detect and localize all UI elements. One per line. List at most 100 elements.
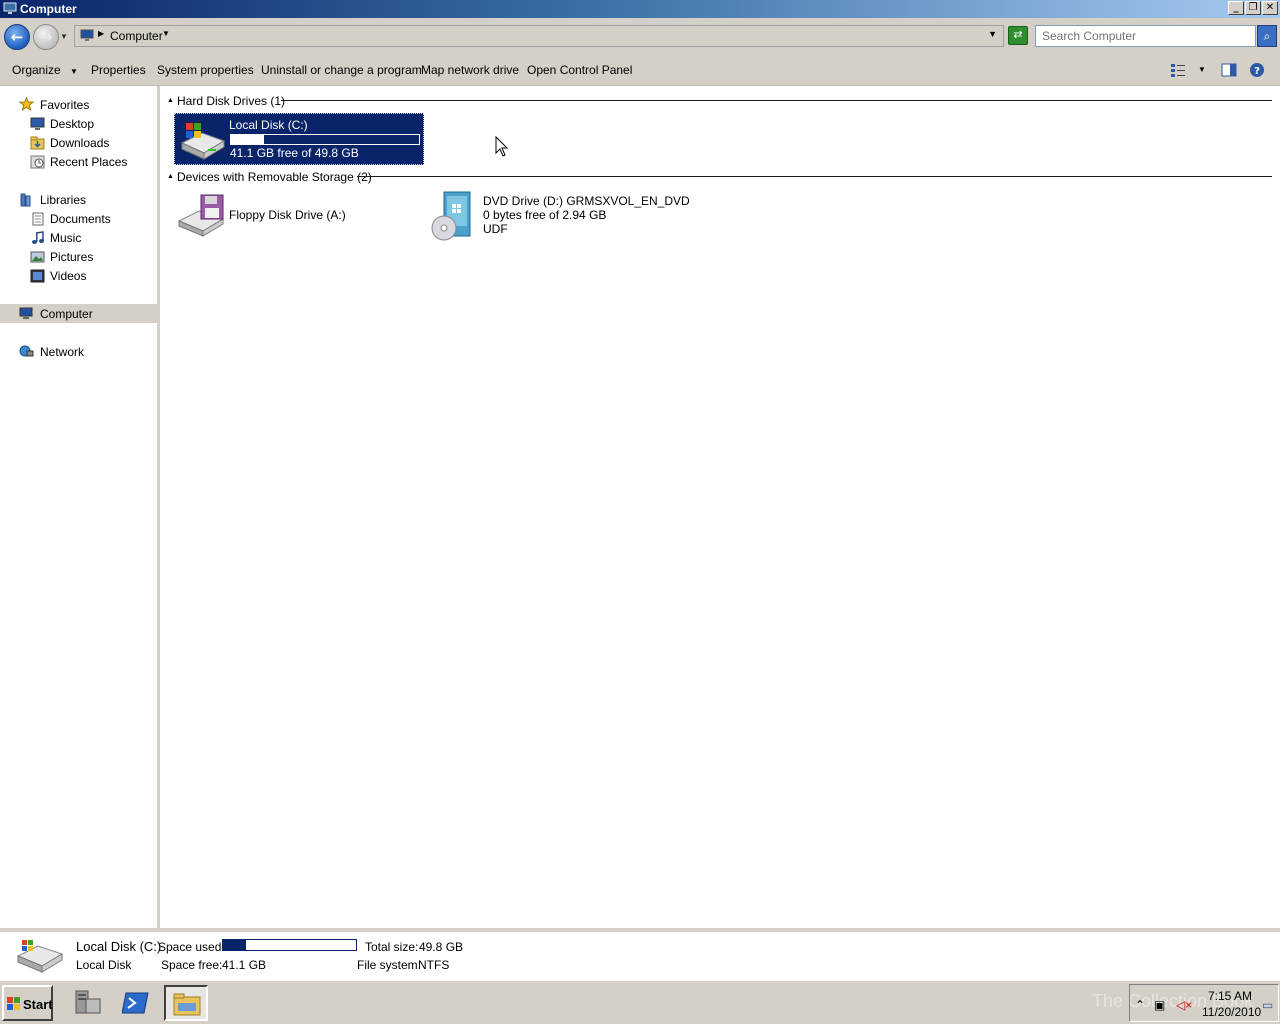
show-hidden-icons-icon[interactable]: ⌃ (1135, 998, 1145, 1012)
powershell-icon (122, 992, 149, 1014)
videos-icon (30, 269, 45, 283)
nav-downloads[interactable]: Downloads (50, 136, 109, 150)
help-icon[interactable]: ? (1249, 62, 1265, 78)
computer-icon (80, 29, 94, 41)
details-usage-fill (223, 940, 247, 950)
drive-c-name: Local Disk (C:) (229, 118, 308, 132)
details-fs-value: NTFS (418, 958, 450, 972)
details-total-value: 49.8 GB (419, 940, 464, 954)
open-control-panel-button[interactable]: Open Control Panel (527, 63, 632, 77)
nav-videos[interactable]: Videos (50, 269, 86, 283)
taskbar-windows-explorer[interactable] (164, 985, 208, 1021)
back-button[interactable]: ← (4, 24, 30, 50)
system-properties-button[interactable]: System properties (157, 63, 254, 77)
collapse-group-icon[interactable]: ▲ (167, 173, 174, 180)
back-arrow-icon: ← (10, 28, 24, 46)
network-icon (19, 345, 34, 357)
pictures-icon (30, 251, 45, 263)
favorites-star-icon (19, 97, 34, 111)
mouse-cursor-icon (495, 136, 509, 157)
details-fs-label: File system: (357, 958, 422, 972)
address-bar-area: ← → ▼ ▶ Computer ▼ ▼ ⇄ ⌕ (0, 18, 1280, 55)
search-input[interactable] (1035, 25, 1256, 47)
restore-button[interactable]: ❐ (1245, 1, 1261, 15)
taskbar: Start The Collection Book ⌃ ▣ ◁× ▭ 7:15 … (0, 980, 1280, 1024)
address-box[interactable]: ▶ Computer ▼ ▼ (74, 25, 1004, 47)
details-total-label: Total size: (365, 940, 419, 954)
music-icon (32, 231, 44, 244)
drive-a-name[interactable]: Floppy Disk Drive (A:) (229, 208, 346, 222)
forward-arrow-icon: → (39, 28, 53, 46)
windows-flag-icon (7, 997, 20, 1010)
taskbar-server-manager[interactable] (66, 985, 110, 1021)
downloads-folder-icon (30, 136, 45, 150)
details-name: Local Disk (C:) (76, 939, 162, 954)
drive-c-free-text: 41.1 GB free of 49.8 GB (230, 146, 359, 160)
breadcrumb-chevron-icon[interactable]: ▼ (162, 29, 170, 38)
details-space-free-label: Space free: (161, 958, 223, 972)
search-icon: ⌕ (1263, 29, 1271, 43)
show-desktop-icon[interactable]: ▭ (1262, 998, 1273, 1012)
uninstall-program-button[interactable]: Uninstall or change a program (261, 63, 422, 77)
nav-desktop[interactable]: Desktop (50, 117, 94, 131)
address-chevron-icon[interactable]: ▶ (98, 29, 104, 38)
address-history-dropdown-icon[interactable]: ▼ (988, 29, 997, 39)
network-tray-icon[interactable]: ▣ (1154, 998, 1165, 1012)
close-button[interactable]: ✕ (1262, 1, 1278, 15)
minimize-button[interactable]: _ (1228, 1, 1244, 15)
drive-local-disk-c[interactable]: Local Disk (C:) 41.1 GB free of 49.8 GB (174, 113, 424, 165)
taskbar-powershell[interactable] (115, 985, 159, 1021)
nav-network[interactable]: Network (40, 345, 84, 359)
drive-c-usage-fill (231, 135, 264, 144)
group-divider (281, 100, 1272, 101)
explorer-folder-icon (173, 993, 201, 1016)
clock-date[interactable]: 11/20/2010 (1202, 1005, 1261, 1019)
details-type: Local Disk (76, 958, 132, 972)
view-options-dropdown-icon[interactable]: ▼ (1198, 65, 1206, 74)
start-label: Start (23, 997, 53, 1012)
preview-pane-icon[interactable] (1221, 62, 1237, 78)
dvd-drive-icon[interactable] (430, 190, 474, 242)
floppy-drive-icon[interactable] (177, 193, 225, 237)
nav-documents[interactable]: Documents (50, 212, 111, 226)
change-view-icon[interactable] (1170, 62, 1186, 78)
collapse-group-icon[interactable]: ▲ (167, 97, 174, 104)
drive-d-free-text: 0 bytes free of 2.94 GB (483, 208, 607, 222)
map-network-drive-button[interactable]: Map network drive (421, 63, 519, 77)
nav-pictures[interactable]: Pictures (50, 250, 93, 264)
details-space-free-value: 41.1 GB (222, 958, 267, 972)
group-divider (357, 176, 1272, 177)
hard-drive-icon (16, 940, 64, 973)
drive-c-usage-bar (230, 134, 420, 145)
details-usage-bar (222, 939, 357, 951)
breadcrumb-computer[interactable]: Computer (110, 29, 163, 43)
title-bar: Computer _ ❐ ✕ (0, 0, 1280, 18)
server-manager-icon (75, 990, 101, 1014)
drive-d-name[interactable]: DVD Drive (D:) GRMSXVOL_EN_DVD (483, 194, 690, 208)
clock-time[interactable]: 7:15 AM (1208, 989, 1252, 1003)
start-button[interactable]: Start (2, 985, 53, 1021)
computer-icon (19, 307, 33, 319)
refresh-button[interactable]: ⇄ (1008, 26, 1028, 45)
organize-button[interactable]: Organize ▼ (12, 63, 78, 77)
organize-dropdown-icon: ▼ (70, 67, 78, 76)
nav-favorites[interactable]: Favorites (40, 98, 89, 112)
forward-button[interactable]: → (33, 24, 59, 50)
nav-music[interactable]: Music (50, 231, 81, 245)
search-button[interactable]: ⌕ (1257, 25, 1277, 47)
libraries-icon (20, 193, 31, 207)
recent-places-icon (30, 155, 45, 169)
nav-libraries[interactable]: Libraries (40, 193, 86, 207)
svg-text:?: ? (1254, 66, 1260, 77)
organize-label: Organize (12, 63, 61, 77)
group-header-hard-disk-drives[interactable]: Hard Disk Drives (1) (177, 94, 285, 108)
computer-icon (3, 2, 17, 14)
nav-computer[interactable]: Computer (40, 307, 93, 321)
volume-muted-icon[interactable]: ◁× (1176, 998, 1192, 1012)
recent-pages-dropdown[interactable]: ▼ (60, 32, 68, 42)
documents-icon (32, 212, 44, 226)
group-header-removable-storage[interactable]: Devices with Removable Storage (2) (177, 170, 372, 184)
details-space-used-label: Space used: (158, 940, 225, 954)
properties-button[interactable]: Properties (91, 63, 146, 77)
nav-recent-places[interactable]: Recent Places (50, 155, 127, 169)
